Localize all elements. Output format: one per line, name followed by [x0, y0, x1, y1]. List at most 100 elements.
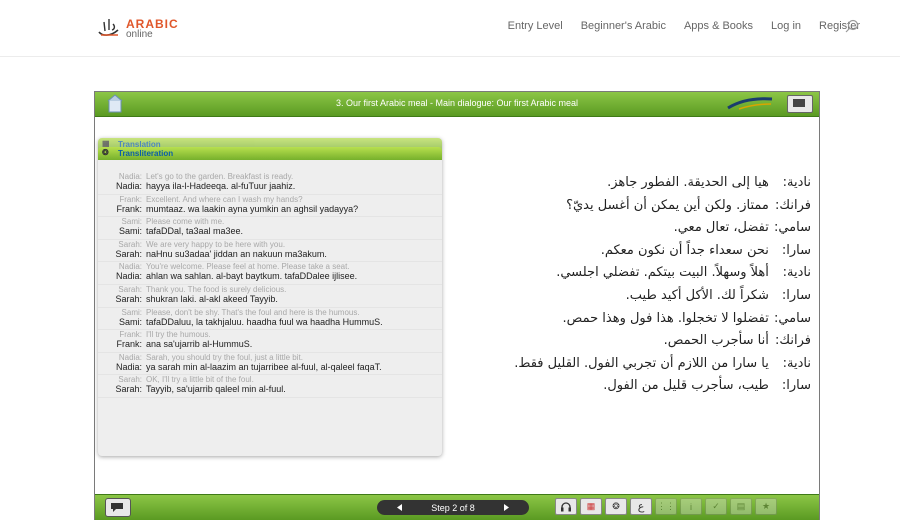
grid-button[interactable]: ⋮⋮	[655, 498, 677, 515]
arabic-text: نحن سعداء جداً أن نكون معكم.	[600, 242, 769, 258]
arabic-speaker: سارا:	[781, 378, 811, 394]
speaker-name: Sarah:	[118, 284, 142, 294]
fullscreen-button[interactable]	[787, 95, 813, 113]
transliteration-line: Nadia: ahlan wa sahlan. al-bayt baytkum. …	[102, 271, 442, 281]
speaker-name: Sami:	[121, 307, 142, 317]
transliteration-panel: ▦ Translation ❂ Transliteration Nadia: Le…	[98, 138, 442, 456]
speaker-name: Nadia:	[118, 172, 142, 181]
arabic-speaker: فرانك:	[775, 197, 811, 213]
info-button[interactable]: i	[680, 498, 702, 515]
arabic-speaker: سارا:	[781, 287, 811, 303]
arabic-line[interactable]: سامي: تفضلوا لا تخجلوا. هذا فول وهذا حمص…	[445, 308, 811, 331]
dialogue-entry: Sami: Please come with me. Sami: tafaDDal, …	[98, 217, 442, 240]
transliteration-line: Sarah: Tayyib, sa'ujarrib qaleel min al-f…	[102, 384, 442, 394]
notes-button[interactable]: ▤	[730, 498, 752, 515]
tab-transliteration[interactable]: ❂ Transliteration	[98, 147, 442, 160]
dialogue-entries: Nadia: Let's go to the garden. Breakfast …	[98, 172, 442, 398]
translation-text: Excellent. And where can I wash my hands…	[146, 194, 303, 204]
translation-line: Nadia: Let's go to the garden. Breakfast …	[102, 172, 442, 181]
speaker-name: Sarah:	[118, 239, 142, 249]
translation-text: We are very happy to be here with you.	[146, 239, 286, 249]
arabic-dialogue: نادية: هيا إلى الحديقة. الفطور جاهز. فران…	[445, 172, 811, 398]
star-icon: ★	[761, 501, 771, 511]
translation-line: Frank: Excellent. And where can I wash my…	[102, 195, 442, 204]
transliteration-line: Sarah: shukran laki. al-akl akeed Tayyib.	[102, 294, 442, 304]
site-logo[interactable]: ARABIC online	[96, 14, 186, 42]
site-header: ARABIC online Entry Level Beginner's Ara…	[0, 0, 900, 57]
arabic-line[interactable]: فرانك: أنا سأجرب الحمص.	[445, 330, 811, 353]
translation-line: Sami: Please come with me.	[102, 217, 442, 226]
audio-button[interactable]	[555, 498, 577, 515]
arabic-line[interactable]: سارا: نحن سعداء جداً أن نكون معكم.	[445, 240, 811, 263]
translation-line: Sarah: Thank you. The food is surely deli…	[102, 285, 442, 294]
speaker-name: Sarah:	[115, 248, 142, 259]
transliteration-text: ya sarah min al-laazim an tujarribee al-…	[146, 361, 382, 372]
grid-icon: ⋮⋮	[657, 501, 675, 511]
arabic-text: يا سارا من اللازم أن تجربي الفول. القليل…	[514, 355, 769, 371]
transliteration-line: Sami: tafaDDal, ta3aal ma3ee.	[102, 226, 442, 236]
check-icon: ✓	[712, 501, 720, 511]
check-button[interactable]: ✓	[705, 498, 727, 515]
nav-log-in[interactable]: Log in	[771, 20, 801, 32]
translation-text: You're welcome. Please feel at home. Ple…	[146, 262, 350, 272]
dialogue-entry: Sarah: Thank you. The food is surely deli…	[98, 285, 442, 308]
arabic-line[interactable]: سارا: شكراً لك. الأكل أكيد طيب.	[445, 285, 811, 308]
speaker-name: Sarah:	[115, 384, 142, 395]
arabic-line[interactable]: سامي: تفضل، تعال معي.	[445, 217, 811, 240]
transliteration-text: tafaDDaluu, la takhjaluu. haadha fuul wa…	[146, 316, 383, 327]
lesson-player: 3. Our first Arabic meal - Main dialogue…	[94, 91, 820, 520]
arabic-text: طيب، سأجرب قليل من الفول.	[603, 378, 769, 394]
arabic-line[interactable]: فرانك: ممتاز. ولكن أين يمكن أن أغسل يديّ…	[445, 195, 811, 218]
nav-beginners-arabic[interactable]: Beginner's Arabic	[581, 20, 666, 32]
calligraphy-logo-icon	[98, 19, 119, 36]
speaker-name: Nadia:	[115, 361, 142, 372]
lesson-controls: Step 2 of 8 ▦ ❂ ع ⋮⋮ i ✓ ▤ ★	[95, 494, 819, 520]
headphones-icon	[561, 502, 571, 512]
chat-button[interactable]	[105, 498, 131, 517]
translation-text: Let's go to the garden. Breakfast is rea…	[146, 172, 294, 181]
transliteration-text: hayya ila-l-Hadeeqa. al-fuTuur jaahiz.	[146, 181, 296, 191]
transliteration-text: Tayyib, sa'ujarrib qaleel min al-fuul.	[146, 384, 286, 395]
document-icon: ▤	[736, 501, 746, 511]
translation-line: Nadia: You're welcome. Please feel at hom…	[102, 262, 442, 271]
transliteration-text: naHnu su3adaa' jiddan an nakuun ma3akum.	[146, 248, 327, 259]
translation-toggle[interactable]: ▦	[580, 498, 602, 515]
translation-line: Frank: I'll try the humous.	[102, 330, 442, 339]
transliteration-text: mumtaaz. wa laakin ayna yumkin an aghsil…	[146, 203, 359, 214]
arabic-line[interactable]: نادية: يا سارا من اللازم أن تجربي الفول.…	[445, 353, 811, 376]
search-icon[interactable]	[845, 19, 859, 33]
translation-text: OK, I'll try a little bit of the foul.	[146, 375, 254, 385]
arabic-line[interactable]: سارا: طيب، سأجرب قليل من الفول.	[445, 375, 811, 398]
favorite-button[interactable]: ★	[755, 498, 777, 515]
dialogue-entry: Sarah: OK, I'll try a little bit of the f…	[98, 375, 442, 398]
translation-text: Please, don't be shy. That's the foul an…	[146, 307, 360, 317]
arabic-text: أهلاً وسهلاً. البيت بيتكم. تفضلي اجلسي.	[556, 265, 769, 281]
speaker-name: Nadia:	[115, 271, 142, 282]
nav-apps-books[interactable]: Apps & Books	[684, 20, 753, 32]
dialogue-entry: Sarah: We are very happy to be here with …	[98, 240, 442, 263]
translation-line: Sarah: We are very happy to be here with …	[102, 240, 442, 249]
nav-entry-level[interactable]: Entry Level	[508, 20, 563, 32]
arabic-toggle[interactable]: ع	[630, 498, 652, 515]
main-nav: Entry Level Beginner's Arabic Apps & Boo…	[508, 20, 860, 32]
arabic-letter-icon: ع	[637, 500, 645, 513]
arabic-speaker: سامي:	[773, 220, 811, 236]
translation-text: Sarah, you should try the foul, just a l…	[146, 352, 303, 362]
transliteration-toggle[interactable]: ❂	[605, 498, 627, 515]
speaker-name: Sami:	[121, 217, 142, 227]
arabic-line[interactable]: نادية: هيا إلى الحديقة. الفطور جاهز.	[445, 172, 811, 195]
arabic-line[interactable]: نادية: أهلاً وسهلاً. البيت بيتكم. تفضلي …	[445, 262, 811, 285]
arabic-speaker: سارا:	[781, 242, 811, 258]
speaker-name: Frank:	[119, 330, 142, 340]
speaker-name: Sami:	[118, 316, 142, 327]
transliteration-text: ana sa'ujarrib al-HummuS.	[146, 339, 253, 350]
arabic-speaker: سامي:	[773, 310, 811, 326]
info-icon: i	[690, 501, 692, 512]
dialogue-entry: Nadia: Let's go to the garden. Breakfast …	[98, 172, 442, 195]
transliteration-line: Sarah: naHnu su3adaa' jiddan an nakuun ma…	[102, 249, 442, 259]
transliteration-line: Frank: ana sa'ujarrib al-HummuS.	[102, 339, 442, 349]
transliteration-text: ahlan wa sahlan. al-bayt baytkum. tafaDD…	[146, 271, 358, 282]
speaker-name: Frank:	[116, 203, 142, 214]
next-step-button[interactable]	[497, 500, 515, 515]
speaker-name: Sarah:	[118, 375, 142, 385]
